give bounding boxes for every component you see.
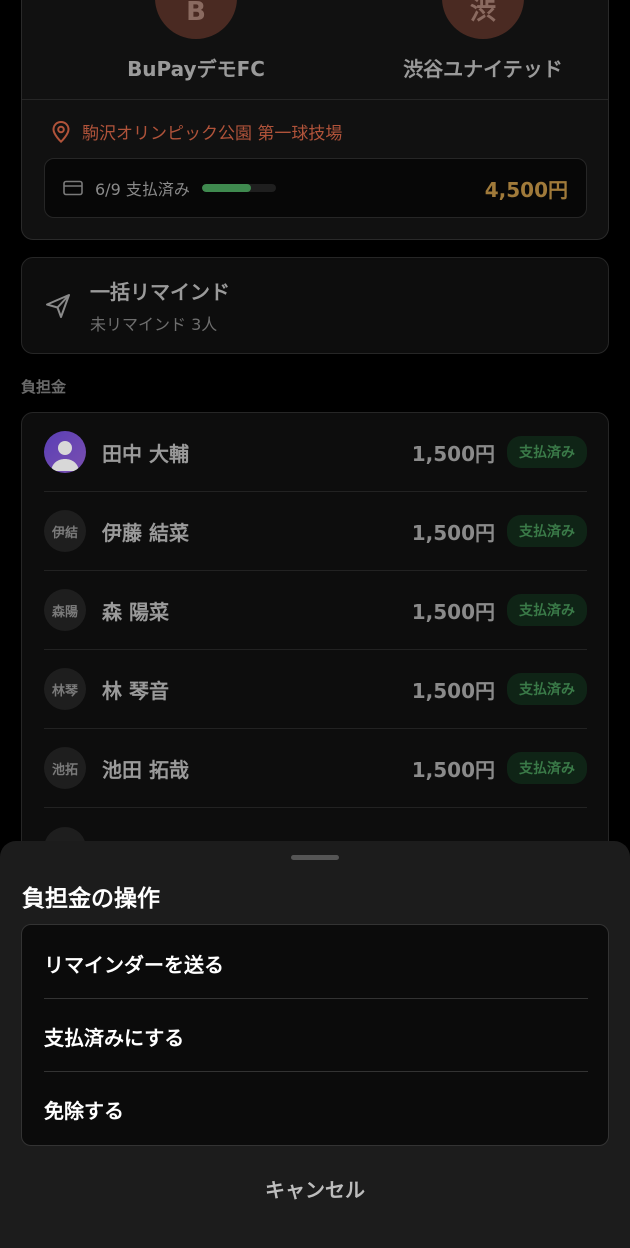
exempt-button[interactable]: 免除する	[44, 1073, 588, 1145]
sheet-drag-handle[interactable]	[291, 855, 339, 860]
mark-paid-button[interactable]: 支払済みにする	[44, 1000, 588, 1073]
fee-actions-sheet: 負担金の操作 リマインダーを送る 支払済みにする 免除する キャンセル	[0, 841, 630, 1248]
send-reminder-button[interactable]: リマインダーを送る	[44, 927, 588, 1000]
cancel-button[interactable]: キャンセル	[0, 1174, 630, 1203]
divider	[44, 1071, 588, 1072]
sheet-title: 負担金の操作	[22, 886, 160, 912]
action-list: リマインダーを送る 支払済みにする 免除する	[21, 924, 609, 1146]
divider	[44, 998, 588, 999]
